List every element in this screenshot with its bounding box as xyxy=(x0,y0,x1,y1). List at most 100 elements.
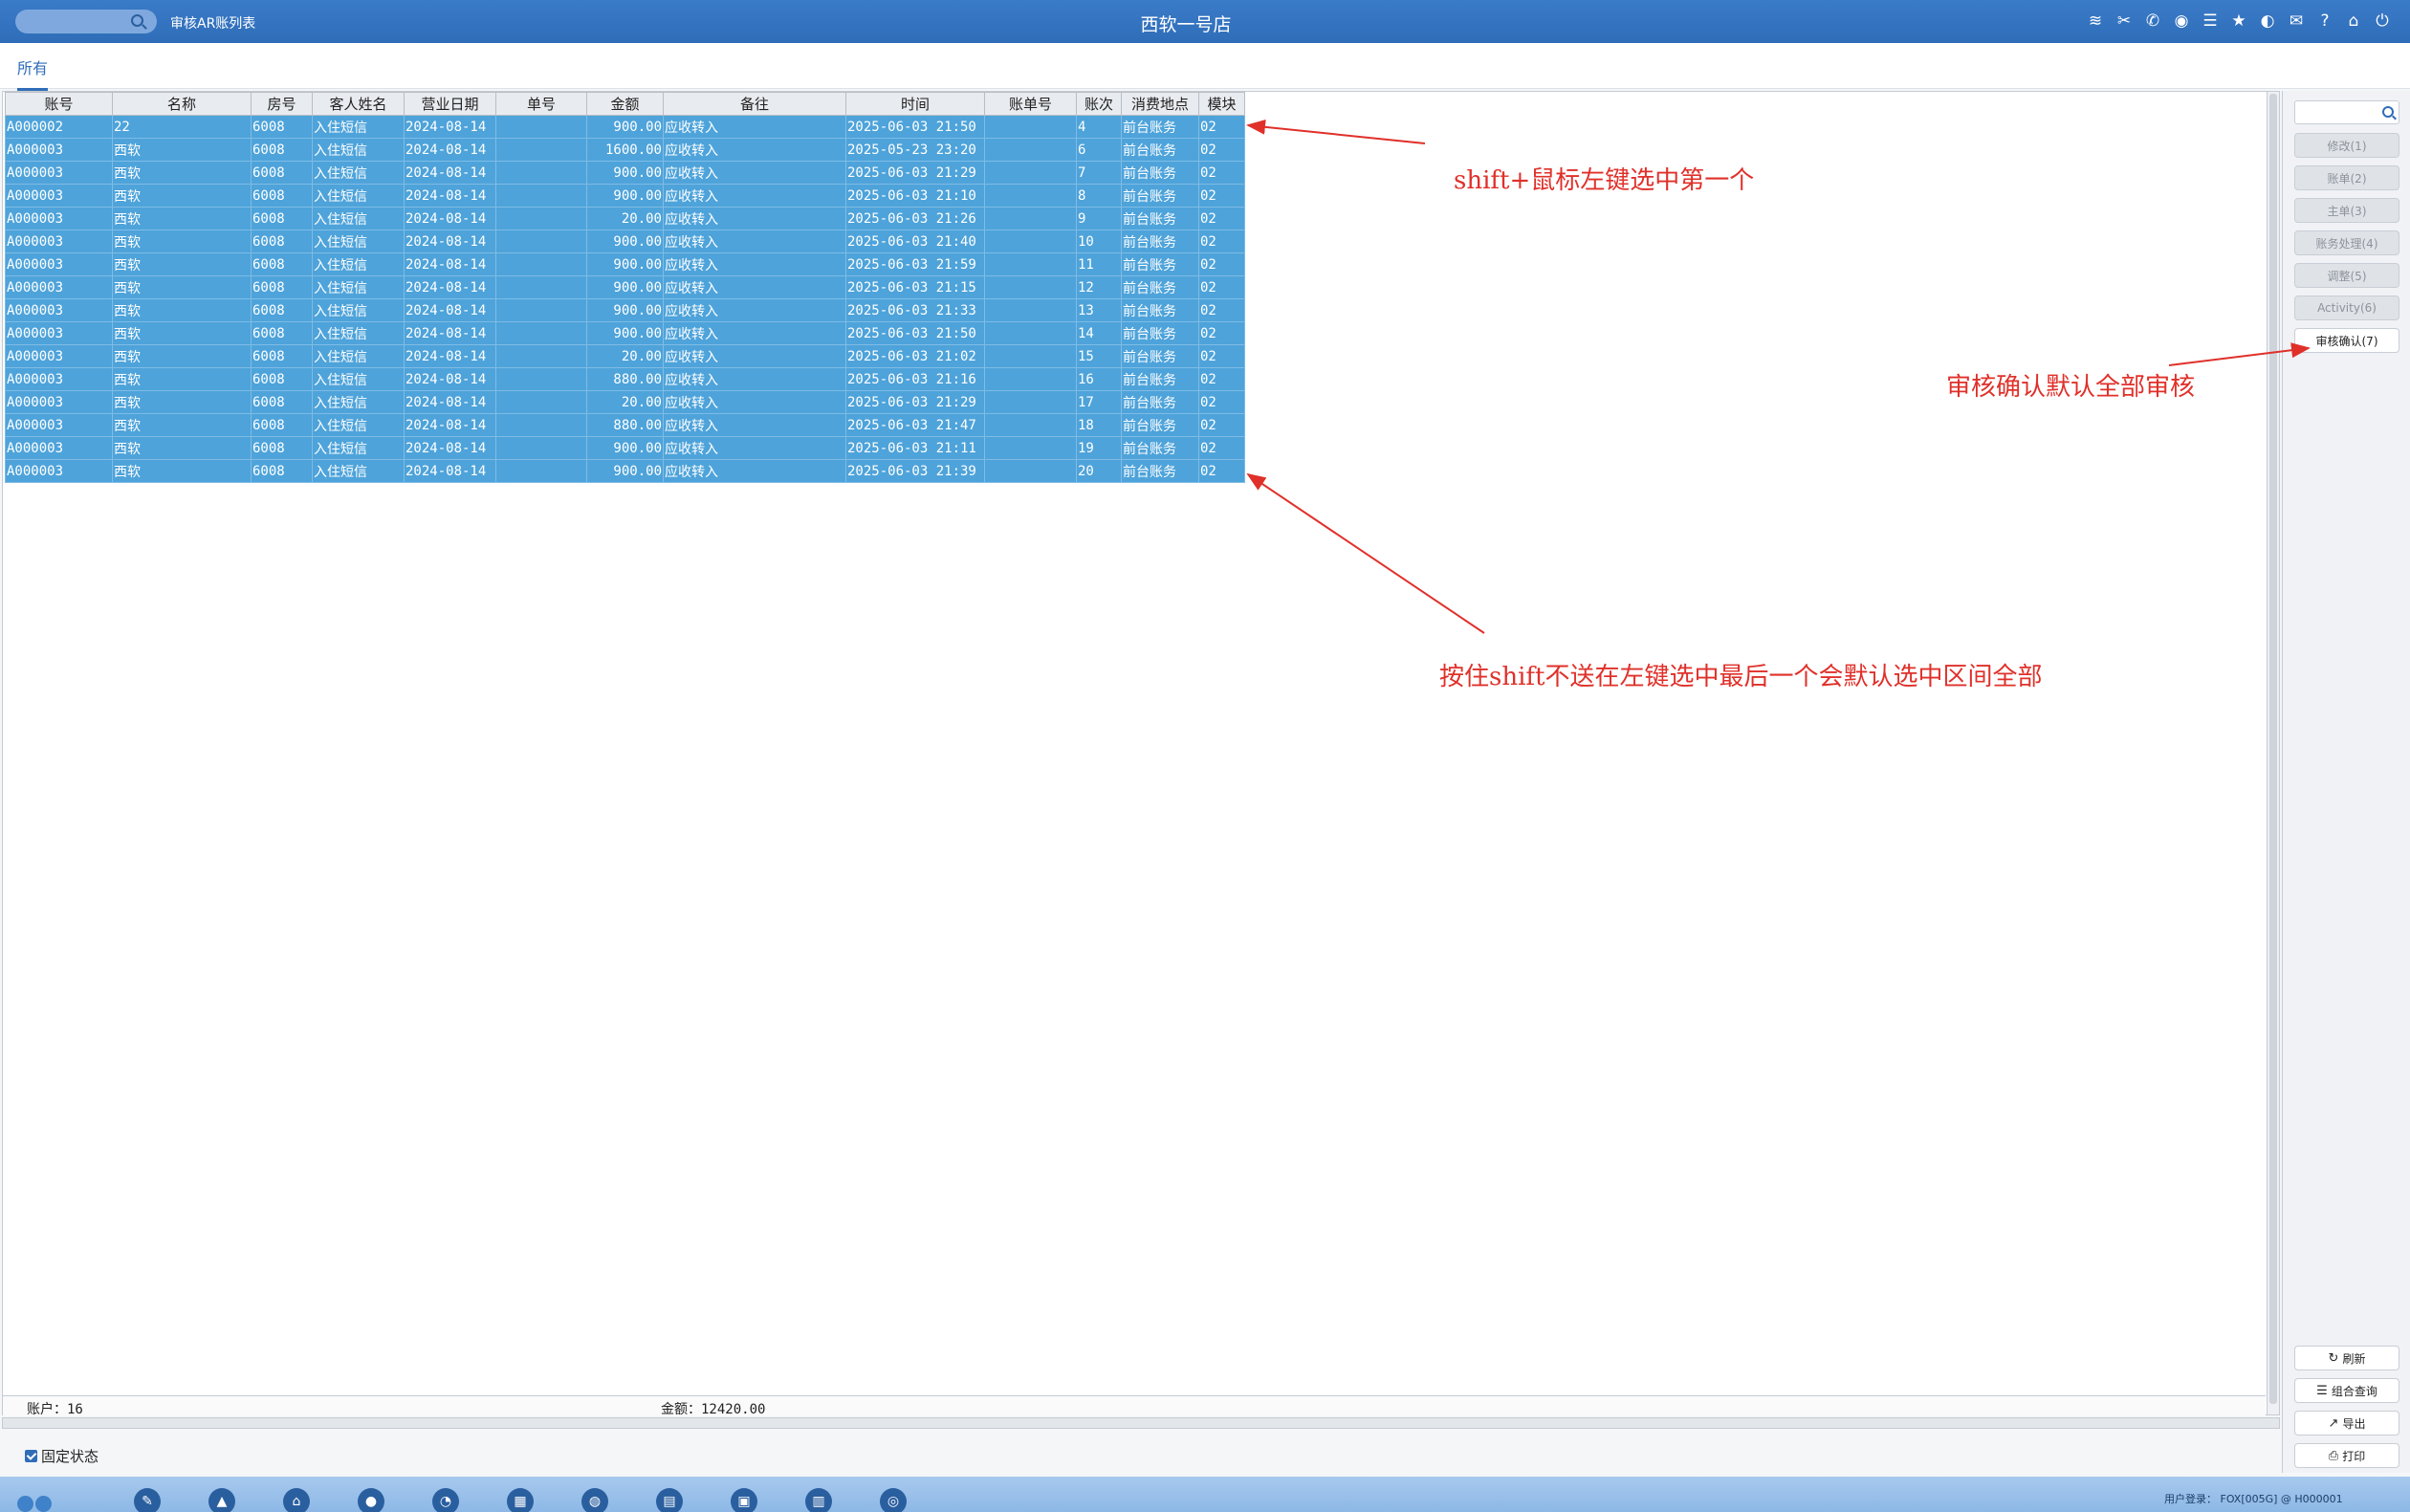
menu-icon[interactable]: ☰ xyxy=(2200,11,2221,32)
user-login-info: 用户登录： FOX[005G] @ H000001 xyxy=(2164,1493,2343,1505)
calculator-icon[interactable]: ▦ xyxy=(507,1488,534,1512)
table-row[interactable]: A000003 西软 6008 入住短信 2024-08-14 900.00 应收转入 202… xyxy=(5,459,1245,483)
table-row[interactable]: A000003 西软 6008 入住短信 2024-08-14 900.00 应收转入 202… xyxy=(5,161,1245,185)
column-header[interactable]: 时间 xyxy=(845,92,985,116)
column-header[interactable]: 单号 xyxy=(495,92,587,116)
search-icon[interactable] xyxy=(2382,106,2394,118)
table-row[interactable]: A000003 西软 6008 入住短信 2024-08-14 20.00 应收转入 2025… xyxy=(5,207,1245,230)
table-cell: 应收转入 xyxy=(663,459,846,483)
scrollbar-thumb[interactable] xyxy=(2269,94,2277,1404)
table-cell: 入住短信 xyxy=(312,138,405,162)
palette-icon[interactable]: ◉ xyxy=(2171,11,2192,32)
account-process-button[interactable]: 账务处理(4) xyxy=(2294,230,2399,255)
column-header[interactable]: 客人姓名 xyxy=(312,92,405,116)
table-cell: 西软 xyxy=(112,275,252,299)
bill-button[interactable]: 账单(2) xyxy=(2294,165,2399,190)
table-row[interactable]: A000003 西软 6008 入住短信 2024-08-14 880.00 应收转入 202… xyxy=(5,413,1245,437)
table-cell: 2024-08-14 xyxy=(404,298,496,322)
wifi-icon[interactable]: ≋ xyxy=(2085,11,2106,32)
table-cell: 2025-06-03 21:10 xyxy=(845,184,985,208)
column-header[interactable]: 账单号 xyxy=(984,92,1077,116)
column-header[interactable]: 模块 xyxy=(1198,92,1245,116)
power-icon[interactable]: ⏻ xyxy=(2372,11,2393,32)
theme-icon[interactable]: ◐ xyxy=(2257,11,2278,32)
table-cell: 西软 xyxy=(112,367,252,391)
phone-icon[interactable]: ✆ xyxy=(2142,11,2163,32)
export-button[interactable]: ↗ 导出 xyxy=(2294,1411,2399,1435)
audit-confirm-button[interactable]: 审核确认(7) xyxy=(2294,328,2399,353)
annotation-audit-confirm: 审核确认默认全部审核 xyxy=(1946,373,2196,402)
bank-icon[interactable]: ⌂ xyxy=(283,1488,310,1512)
table-cell: 西软 xyxy=(112,184,252,208)
table-row[interactable]: A000003 西软 6008 入住短信 2024-08-14 900.00 应收转入 202… xyxy=(5,230,1245,253)
print-button[interactable]: ⎙ 打印 xyxy=(2294,1443,2399,1468)
horizontal-scrollbar[interactable] xyxy=(2,1417,2280,1429)
mail-icon[interactable]: ✉ xyxy=(2286,11,2307,32)
column-header[interactable]: 备往 xyxy=(663,92,846,116)
table-cell: 19 xyxy=(1076,436,1122,460)
column-header[interactable]: 金额 xyxy=(586,92,664,116)
combo-query-button[interactable]: ☰ 组合查询 xyxy=(2294,1378,2399,1403)
fixed-status-checkbox[interactable]: 固定状态 xyxy=(25,1446,99,1466)
lock-icon[interactable]: ● xyxy=(358,1488,384,1512)
table-row[interactable]: A000003 西软 6008 入住短信 2024-08-14 20.00 应收转入 2025… xyxy=(5,390,1245,414)
database-icon[interactable]: ◎ xyxy=(880,1488,907,1512)
report-icon[interactable]: ▥ xyxy=(805,1488,832,1512)
table-cell: 入住短信 xyxy=(312,321,405,345)
column-header[interactable]: 房号 xyxy=(251,92,313,116)
refresh-button[interactable]: ↻ 刷新 xyxy=(2294,1346,2399,1370)
tools-icon[interactable]: ✂ xyxy=(2114,11,2135,32)
column-header[interactable]: 账号 xyxy=(5,92,113,116)
table-row[interactable]: A000003 西软 6008 入住短信 2024-08-14 900.00 应收转入 202… xyxy=(5,184,1245,208)
table-row[interactable]: A000003 西软 6008 入住短信 2024-08-14 900.00 应收转入 202… xyxy=(5,275,1245,299)
table-cell xyxy=(495,459,587,483)
table-row[interactable]: A000003 西软 6008 入住短信 2024-08-14 20.00 应收转入 2025… xyxy=(5,344,1245,368)
table-cell: 6008 xyxy=(251,344,313,368)
print-label: 打印 xyxy=(2342,1449,2366,1463)
column-header[interactable]: 账次 xyxy=(1076,92,1122,116)
table-cell: 2025-06-03 21:39 xyxy=(845,459,985,483)
table-cell xyxy=(495,275,587,299)
table-row[interactable]: A000003 西软 6008 入住短信 2024-08-14 900.00 应收转入 202… xyxy=(5,252,1245,276)
table-header: 账号 名称 房号 客人姓名 营业日期 单号 金额 备往 时间 账单号 账次 消费地点 模块 xyxy=(5,92,1245,116)
table-cell: 入住短信 xyxy=(312,436,405,460)
table-cell: 应收转入 xyxy=(663,115,846,139)
table-row[interactable]: A000002 22 6008 入住短信 2024-08-14 900.00 应收转入 202… xyxy=(5,115,1245,139)
fixed-status-label: 固定状态 xyxy=(41,1448,99,1465)
card-icon[interactable]: ▤ xyxy=(656,1488,683,1512)
table-cell: 入住短信 xyxy=(312,367,405,391)
master-button[interactable]: 主单(3) xyxy=(2294,198,2399,223)
wrench-icon[interactable]: ✎ xyxy=(134,1488,161,1512)
column-header[interactable]: 名称 xyxy=(112,92,252,116)
home-icon[interactable]: ⌂ xyxy=(2343,11,2364,32)
side-search-input[interactable] xyxy=(2294,100,2399,124)
table-cell: 应收转入 xyxy=(663,344,846,368)
activity-button[interactable]: Activity(6) xyxy=(2294,296,2399,320)
adjust-button[interactable]: 调整(5) xyxy=(2294,263,2399,288)
column-header[interactable]: 营业日期 xyxy=(404,92,496,116)
table-cell: 2024-08-14 xyxy=(404,436,496,460)
graduation-icon[interactable]: ▲ xyxy=(208,1488,235,1512)
modify-button[interactable]: 修改(1) xyxy=(2294,133,2399,158)
table-cell: 2025-06-03 21:29 xyxy=(845,390,985,414)
table-cell: 02 xyxy=(1198,138,1245,162)
table-row[interactable]: A000003 西软 6008 入住短信 2024-08-14 900.00 应收转入 202… xyxy=(5,436,1245,460)
table-cell: 900.00 xyxy=(586,161,664,185)
table-cell: 入住短信 xyxy=(312,207,405,230)
table-cell: 前台账务 xyxy=(1121,436,1199,460)
id-card-icon[interactable]: ▣ xyxy=(731,1488,757,1512)
table-row[interactable]: A000003 西软 6008 入住短信 2024-08-14 900.00 应收转入 202… xyxy=(5,298,1245,322)
table-row[interactable]: A000003 西软 6008 入住短信 2024-08-14 1600.00 应收转入 20… xyxy=(5,138,1245,162)
help-icon[interactable]: ? xyxy=(2314,11,2335,32)
table-cell: 西软 xyxy=(112,344,252,368)
globe-icon[interactable]: ◍ xyxy=(581,1488,608,1512)
table-row[interactable]: A000003 西软 6008 入住短信 2024-08-14 900.00 应收转入 202… xyxy=(5,321,1245,345)
checkbox-checked-icon[interactable] xyxy=(25,1450,37,1462)
column-header[interactable]: 消费地点 xyxy=(1121,92,1199,116)
tab-all[interactable]: 所有 xyxy=(17,55,49,91)
table-cell: 应收转入 xyxy=(663,321,846,345)
vertical-scrollbar[interactable] xyxy=(2267,91,2280,1415)
pie-chart-icon[interactable]: ◔ xyxy=(432,1488,459,1512)
table-row[interactable]: A000003 西软 6008 入住短信 2024-08-14 880.00 应收转入 202… xyxy=(5,367,1245,391)
star-icon[interactable]: ★ xyxy=(2228,11,2249,32)
